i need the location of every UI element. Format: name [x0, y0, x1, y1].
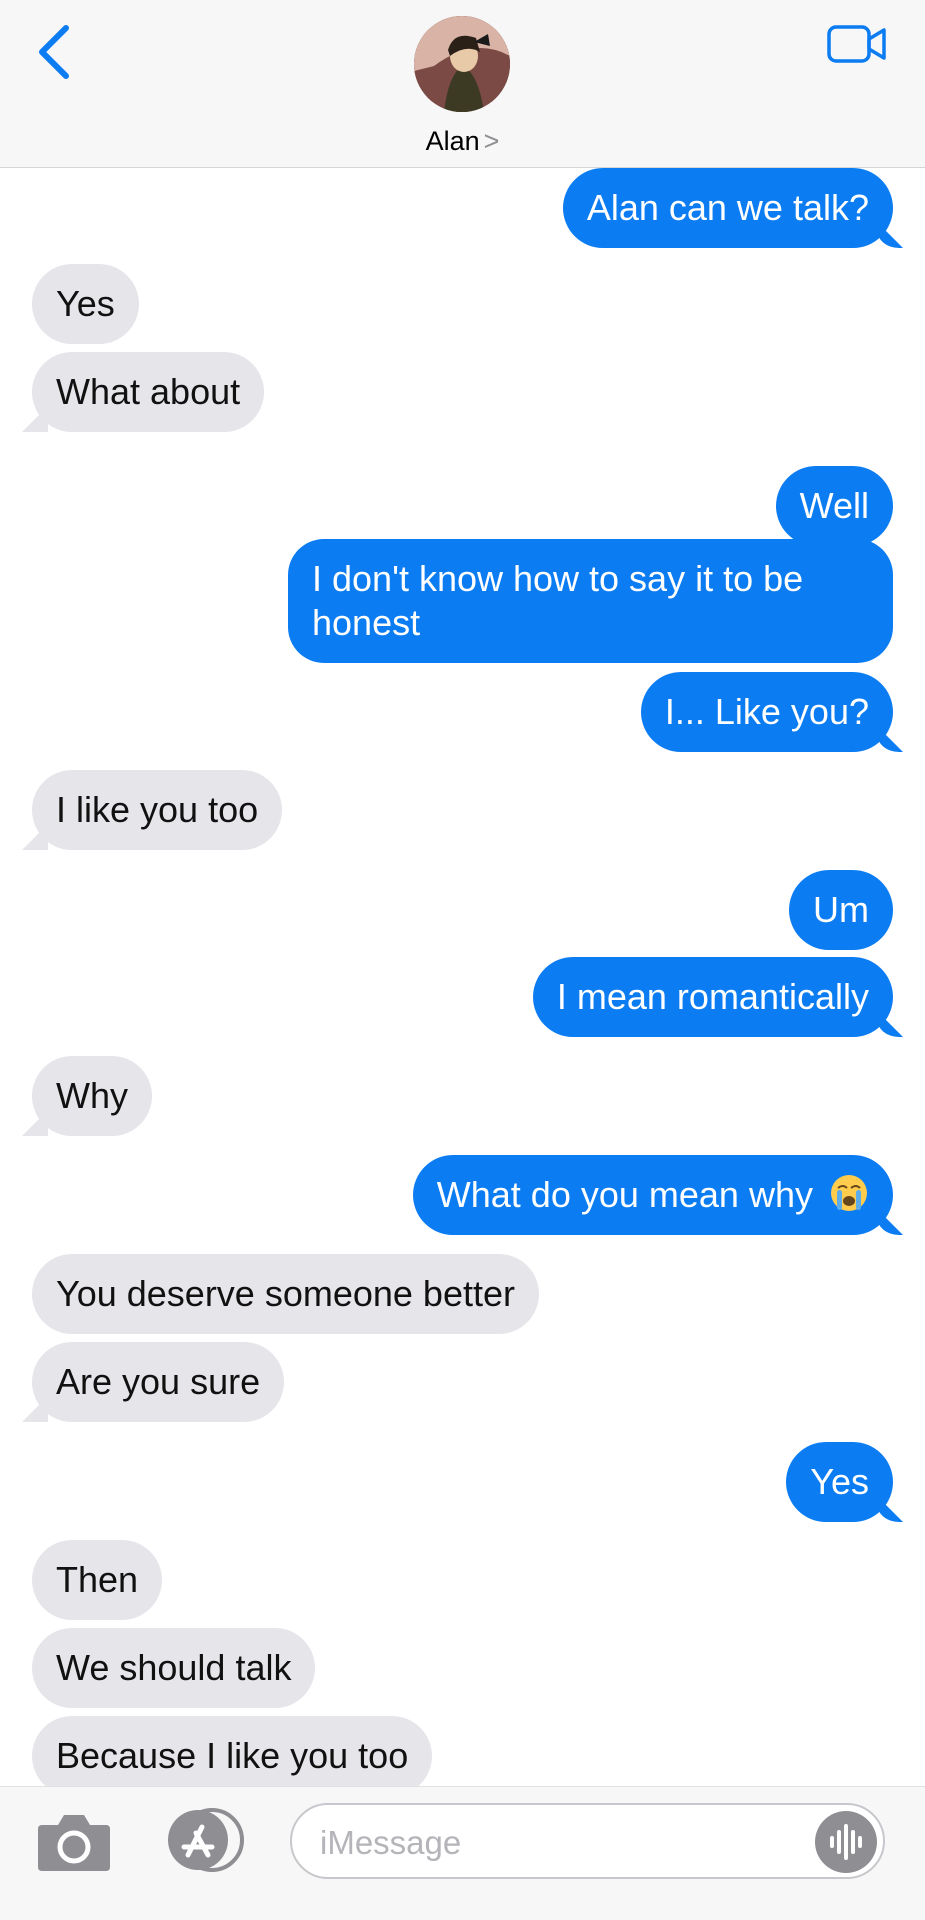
contact-name-button[interactable]: Alan >: [0, 124, 925, 158]
back-button[interactable]: [30, 20, 80, 84]
message-text: What do you mean why: [436, 1174, 813, 1215]
message-bubble-outgoing[interactable]: I... Like you?: [640, 672, 893, 752]
camera-icon: [38, 1815, 110, 1871]
audio-message-button[interactable]: [815, 1811, 877, 1873]
message-bubble-incoming[interactable]: Then: [32, 1540, 163, 1620]
imessage-input[interactable]: iMessage: [290, 1803, 885, 1879]
message-bubble-incoming[interactable]: Why: [32, 1056, 152, 1136]
message-bubble-incoming[interactable]: What about: [32, 352, 265, 432]
video-camera-icon: [827, 25, 886, 63]
message-bubble-outgoing[interactable]: Yes: [786, 1442, 893, 1522]
loudly-crying-face-icon: [831, 1175, 867, 1211]
message-text: Yes: [810, 1461, 869, 1502]
conversation-header: Alan >: [0, 0, 925, 168]
message-text: I mean romantically: [556, 976, 869, 1017]
app-store-button[interactable]: [158, 1807, 244, 1873]
message-bubble-outgoing[interactable]: I don't know how to say it to be honest: [288, 539, 893, 663]
message-text: I don't know how to say it to be honest: [312, 558, 804, 643]
message-bubble-outgoing[interactable]: I mean romantically: [532, 957, 893, 1037]
message-bubble-outgoing[interactable]: What do you mean why: [412, 1155, 893, 1235]
camera-button[interactable]: [36, 1811, 112, 1873]
contact-avatar[interactable]: [414, 16, 510, 112]
message-bubble-incoming[interactable]: Are you sure: [32, 1342, 285, 1422]
audio-waveform-icon: [830, 1824, 862, 1860]
message-text: You deserve someone better: [56, 1273, 515, 1314]
message-bubble-outgoing[interactable]: Well: [775, 466, 893, 546]
message-bubble-incoming[interactable]: Because I like you too: [32, 1716, 433, 1796]
app-store-icon: [168, 1808, 244, 1872]
input-placeholder: iMessage: [320, 1824, 462, 1861]
video-call-button[interactable]: [826, 22, 888, 66]
message-text: Alan can we talk?: [586, 187, 869, 228]
message-text: Yes: [56, 283, 115, 324]
message-text: I like you too: [56, 789, 259, 830]
conversation-screen: Alan can we talk? Yes What about Well I …: [0, 0, 925, 1920]
message-text: Why: [56, 1075, 128, 1116]
chevron-right-icon: >: [483, 126, 500, 156]
message-text: Um: [813, 889, 869, 930]
message-input-bar: iMessage: [0, 1786, 925, 1920]
message-text: Are you sure: [56, 1361, 261, 1402]
message-bubble-incoming[interactable]: You deserve someone better: [32, 1254, 539, 1334]
contact-name: Alan: [425, 126, 480, 156]
message-bubble-outgoing[interactable]: Um: [789, 870, 893, 950]
avatar-image: [414, 16, 510, 112]
message-bubble-outgoing[interactable]: Alan can we talk?: [562, 168, 893, 248]
back-chevron-icon: [39, 25, 69, 79]
message-bubble-incoming[interactable]: We should talk: [32, 1628, 316, 1708]
message-text: We should talk: [56, 1647, 292, 1688]
message-text: Well: [799, 485, 869, 526]
message-text: Then: [56, 1559, 139, 1600]
message-text: I... Like you?: [664, 691, 869, 732]
message-bubble-incoming[interactable]: I like you too: [32, 770, 283, 850]
message-bubble-incoming[interactable]: Yes: [32, 264, 139, 344]
message-text: Because I like you too: [56, 1735, 409, 1776]
message-text: What about: [56, 371, 241, 412]
